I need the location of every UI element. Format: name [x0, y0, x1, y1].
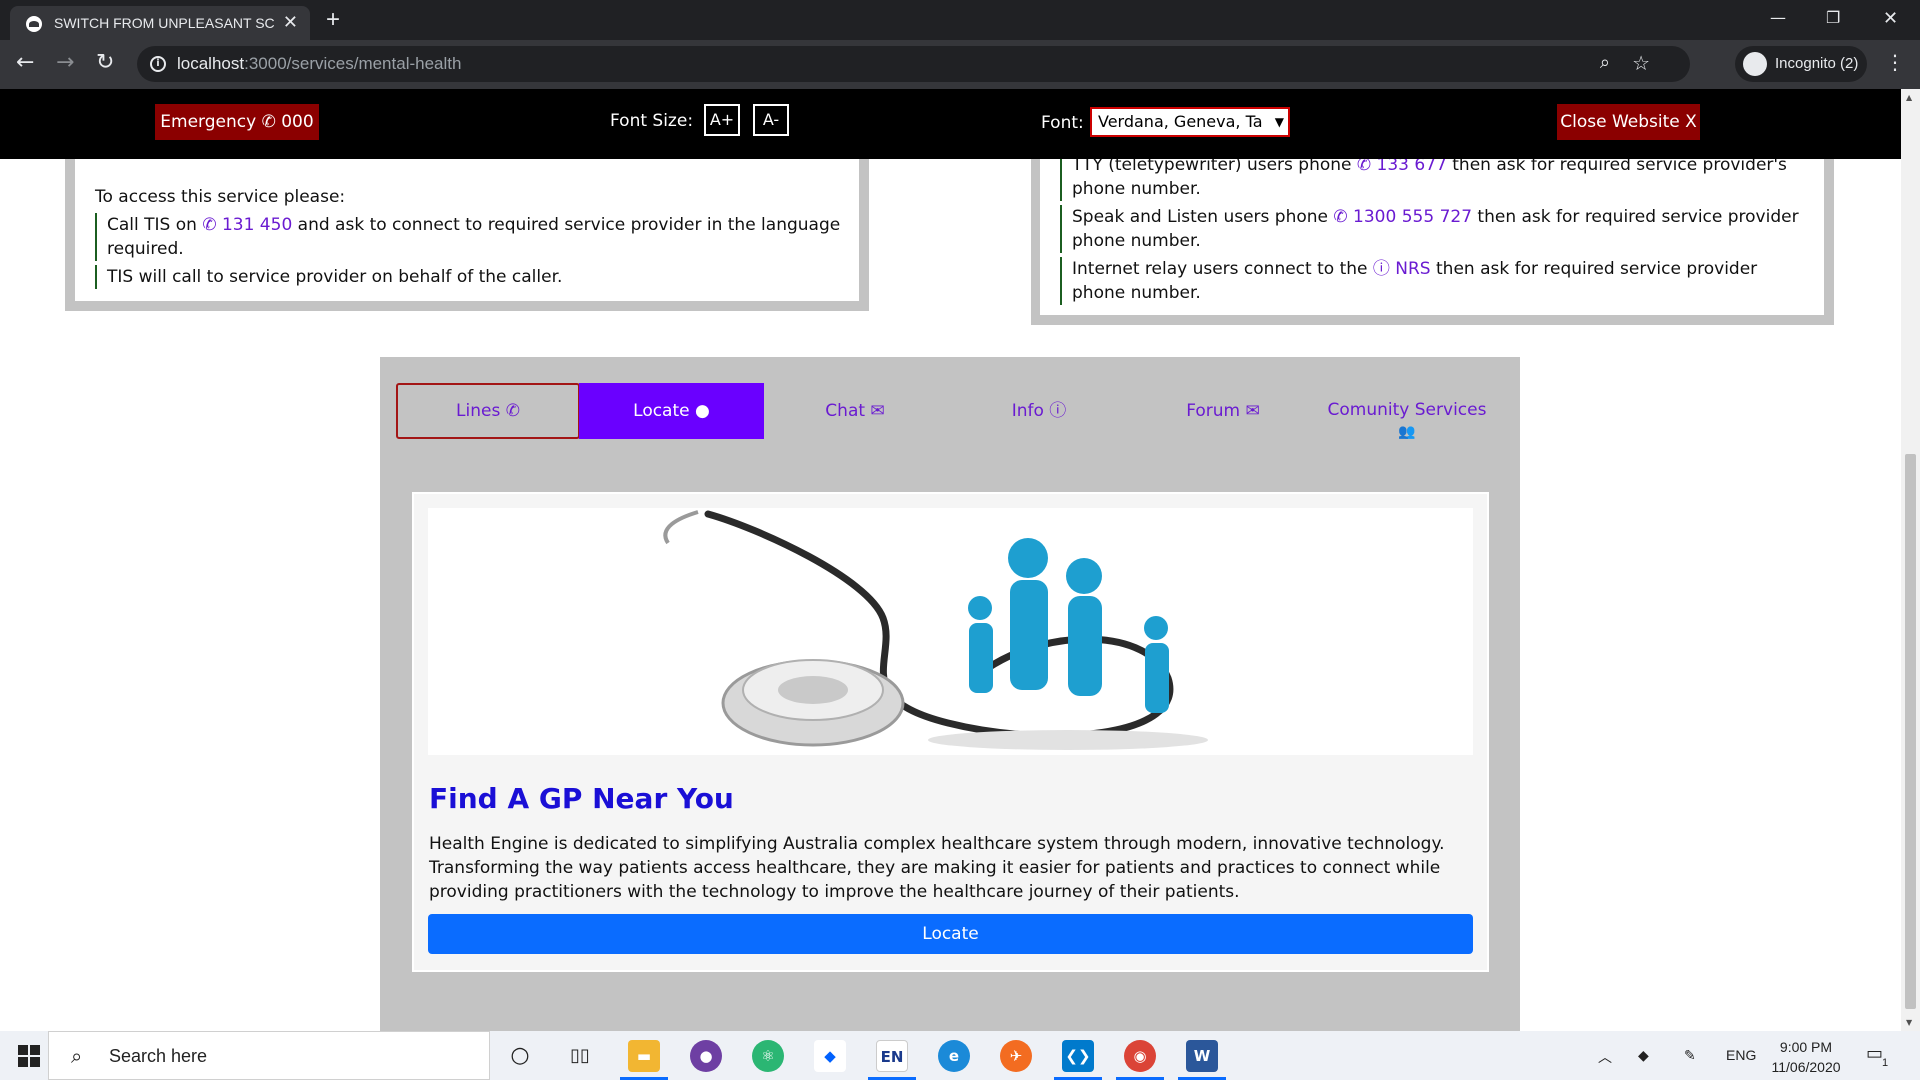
tis-callback-line: TIS will call to service provider on beh…	[95, 265, 845, 289]
page-viewport: Emergency ✆ 000 Font Size: A+ A- Font: V…	[0, 89, 1901, 1031]
emergency-button[interactable]: Emergency ✆ 000	[155, 104, 319, 140]
font-increase-button[interactable]: A+	[704, 104, 740, 136]
clock-time: 9:00 PM	[1779, 1039, 1833, 1055]
locate-button[interactable]: Locate	[428, 914, 1473, 954]
word-icon[interactable]: W	[1186, 1040, 1218, 1072]
tis-phone-link[interactable]: ✆ 131 450	[202, 215, 292, 235]
browser-toolbar: ← → ↻ i localhost:3000/services/mental-h…	[0, 40, 1920, 89]
access-intro: To access this service please:	[95, 187, 346, 207]
minimize-icon[interactable]: —	[1770, 8, 1786, 27]
font-family-select[interactable]: Verdana, Geneva, Ta ▼	[1090, 107, 1290, 137]
task-view-icon[interactable]: ▯▯	[564, 1040, 596, 1072]
profile-label: Incognito (2)	[1775, 55, 1859, 72]
speak-listen-line: Speak and Listen users phone ✆ 1300 555 …	[1060, 205, 1810, 253]
address-bar[interactable]: i localhost:3000/services/mental-health …	[137, 46, 1690, 82]
chevron-down-icon: ▼	[1274, 115, 1284, 129]
windows-taskbar: ⌕ Search here ○ ▯▯ ▬ ● ⚛ ◆ EN e ✈ ❮❯ ◉ W…	[0, 1031, 1920, 1080]
speak-listen-phone-link[interactable]: ✆ 1300 555 727	[1333, 207, 1472, 227]
scrollbar-thumb[interactable]	[1905, 454, 1916, 1009]
dropbox-tray-icon[interactable]: ◆	[1638, 1047, 1649, 1064]
bookmark-star-icon[interactable]: ☆	[1632, 51, 1650, 75]
reload-icon[interactable]: ↻	[96, 50, 114, 75]
font-select-value: Verdana, Geneva, Ta	[1098, 112, 1263, 131]
tis-call-line: Call TIS on ✆ 131 450 and ask to connect…	[95, 213, 845, 261]
language-en-icon[interactable]: EN	[876, 1040, 908, 1072]
internet-relay-line: Internet relay users connect to the ⓘ NR…	[1060, 257, 1810, 305]
people-icon: 👥	[1398, 424, 1416, 440]
site-favicon-icon	[26, 16, 42, 32]
scroll-down-icon[interactable]: ▼	[1906, 1018, 1912, 1027]
font-decrease-button[interactable]: A-	[753, 104, 789, 136]
dropbox-icon[interactable]: ◆	[814, 1040, 846, 1072]
font-label: Font:	[1041, 113, 1084, 133]
back-icon[interactable]: ←	[16, 50, 34, 75]
windows-start-icon[interactable]	[18, 1045, 40, 1067]
gp-hero-image	[428, 508, 1473, 755]
file-explorer-icon[interactable]: ▬	[628, 1040, 660, 1072]
tab-lines[interactable]: Lines ✆	[396, 383, 580, 439]
atom-icon[interactable]: ⚛	[752, 1040, 784, 1072]
site-info-icon[interactable]: i	[150, 56, 166, 72]
taskbar-search-box[interactable]: ⌕ Search here	[48, 1031, 490, 1080]
tray-chevron-icon[interactable]: ︿	[1598, 1047, 1612, 1067]
page-scrollbar[interactable]: ▲ ▼	[1901, 89, 1920, 1031]
tty-line: TTY (teletypewriter) users phone ✆ 133 6…	[1060, 153, 1810, 201]
incognito-profile-button[interactable]: Incognito (2)	[1735, 46, 1867, 82]
language-indicator[interactable]: ENG	[1726, 1047, 1756, 1063]
locate-description: Health Engine is dedicated to simplifyin…	[429, 834, 1445, 902]
accessibility-bar: Emergency ✆ 000 Font Size: A+ A- Font: V…	[0, 89, 1901, 159]
tab-info[interactable]: Info ⓘ	[947, 383, 1131, 439]
tab-title: SWITCH FROM UNPLEASANT SC	[54, 15, 275, 31]
tab-chat[interactable]: Chat ✉	[763, 383, 947, 439]
pen-icon[interactable]: ✎	[1684, 1047, 1696, 1064]
taskbar-clock[interactable]: 9:00 PM 11/06/2020	[1766, 1037, 1846, 1077]
notification-icon[interactable]: ▭	[1866, 1043, 1883, 1064]
new-tab-icon[interactable]: +	[326, 6, 340, 34]
github-icon[interactable]: ●	[690, 1040, 722, 1072]
tab-community-services[interactable]: Comunity Services 👥	[1315, 383, 1499, 440]
close-website-button[interactable]: Close Website X	[1557, 104, 1700, 140]
tab-forum[interactable]: Forum ✉	[1131, 383, 1315, 439]
scroll-up-icon[interactable]: ▲	[1906, 93, 1912, 102]
postman-icon[interactable]: ✈	[1000, 1040, 1032, 1072]
stethoscope-family-illustration	[663, 510, 1208, 750]
restore-icon[interactable]: ❐	[1826, 8, 1840, 27]
tab-community-label: Comunity Services	[1327, 400, 1487, 420]
incognito-icon	[1743, 52, 1767, 76]
url-text[interactable]: localhost:3000/services/mental-health	[177, 54, 461, 74]
services-panel: Lines ✆ Locate ● Chat ✉ Info ⓘ Forum ✉ C…	[380, 357, 1520, 1031]
edge-icon[interactable]: e	[938, 1040, 970, 1072]
browser-title-bar: SWITCH FROM UNPLEASANT SC ✕ + — ❐ ✕	[0, 0, 1920, 40]
search-icon: ⌕	[71, 1044, 83, 1068]
locate-card: Find A GP Near You Health Engine is dedi…	[412, 492, 1489, 972]
browser-menu-icon[interactable]: ⋮	[1885, 50, 1905, 74]
forward-icon[interactable]: →	[56, 50, 74, 75]
browser-tab[interactable]: SWITCH FROM UNPLEASANT SC ✕	[10, 6, 310, 40]
nrs-link[interactable]: ⓘ NRS	[1373, 259, 1431, 279]
zoom-icon[interactable]: ⌕	[1600, 52, 1610, 73]
cortana-icon[interactable]: ○	[504, 1040, 536, 1072]
chrome-icon[interactable]: ◉	[1124, 1040, 1156, 1072]
notification-count: 1	[1882, 1057, 1889, 1069]
tab-close-icon[interactable]: ✕	[283, 12, 298, 33]
vscode-icon[interactable]: ❮❯	[1062, 1040, 1094, 1072]
tab-locate[interactable]: Locate ●	[579, 383, 764, 439]
locate-title: Find A GP Near You	[429, 782, 734, 815]
taskbar-search-placeholder: Search here	[109, 1046, 208, 1066]
font-size-label: Font Size:	[610, 111, 694, 131]
close-window-icon[interactable]: ✕	[1883, 8, 1898, 29]
clock-date: 11/06/2020	[1771, 1059, 1841, 1075]
